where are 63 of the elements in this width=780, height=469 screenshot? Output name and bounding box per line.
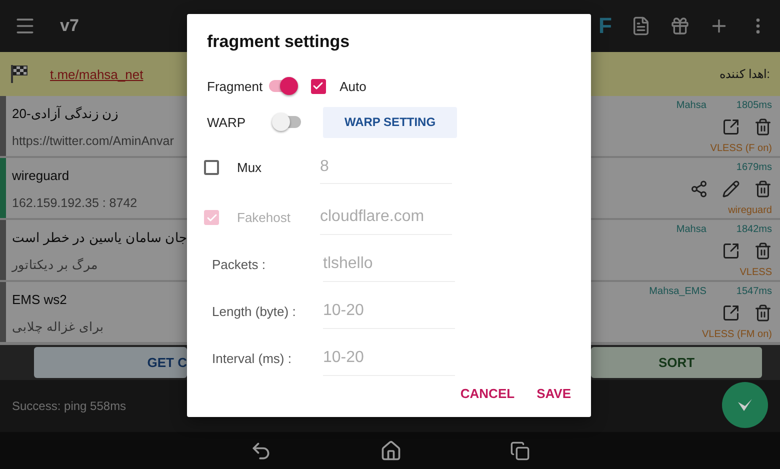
sort-button[interactable]: SORT: [591, 347, 762, 378]
checkmark-icon: [312, 80, 324, 92]
back-icon[interactable]: [250, 440, 272, 462]
option-label: Mux: [237, 160, 263, 174]
field-label: Packets :: [212, 257, 266, 272]
fragment-label: Fragment: [207, 78, 263, 94]
ping-time: 1805ms: [736, 100, 772, 111]
server-address: برای غزاله چلابی: [12, 319, 105, 334]
option-checkbox[interactable]: [204, 160, 219, 174]
cancel-button[interactable]: CANCEL: [460, 382, 515, 405]
protocol-label: VLESS (F on): [710, 143, 772, 154]
telegram-link[interactable]: t.me/mahsa_net: [50, 66, 144, 82]
recent-apps-icon[interactable]: [510, 440, 530, 460]
checkered-flag-icon: [10, 64, 28, 84]
ping-time: 1547ms: [736, 286, 772, 297]
app-title: v7: [60, 16, 79, 36]
fragment-switch[interactable]: [268, 80, 297, 92]
external-link-icon[interactable]: [722, 242, 740, 260]
dialog-title: fragment settings: [207, 32, 351, 52]
server-group: Mahsa_EMS: [649, 286, 706, 297]
server-name: EMS ws2: [12, 292, 68, 307]
warp-label: WARP: [207, 114, 247, 130]
server-address: https://twitter.com/AminAnvar: [12, 134, 175, 148]
protocol-label: VLESS (FM on): [702, 329, 772, 340]
delete-icon[interactable]: [754, 242, 772, 260]
warp-switch[interactable]: [273, 116, 301, 128]
auto-label: Auto: [340, 78, 366, 94]
mode-letter[interactable]: F: [598, 13, 612, 39]
ping-time: 1679ms: [736, 162, 772, 173]
ping-time: 1842ms: [736, 224, 772, 235]
status-message: Success: ping 558ms: [12, 399, 126, 413]
delete-icon[interactable]: [754, 180, 772, 198]
delete-icon[interactable]: [754, 118, 772, 136]
home-icon[interactable]: [380, 440, 402, 462]
server-address: 162.159.192.35 : 8742: [12, 196, 138, 210]
protocol-label: VLESS: [740, 267, 772, 278]
server-group: Mahsa: [676, 100, 706, 111]
auto-checkbox[interactable]: [310, 78, 326, 94]
field-label: Length (byte) :: [212, 304, 297, 319]
input-field[interactable]: tlshello: [323, 248, 455, 282]
donor-label: اهدا کننده:: [719, 67, 770, 81]
get-config-button[interactable]: GET C: [34, 347, 187, 378]
protocol-label: wireguard: [728, 205, 772, 216]
input-field[interactable]: 8: [320, 150, 452, 184]
checkmark-icon: [206, 212, 218, 224]
share-icon[interactable]: [690, 180, 708, 198]
edit-icon[interactable]: [722, 180, 740, 198]
server-address: مرگ بر دیکتاتور: [12, 257, 99, 272]
input-field[interactable]: 10-20: [323, 342, 455, 376]
warp-setting-button[interactable]: WARP SETTING: [323, 106, 457, 138]
external-link-icon[interactable]: [722, 118, 740, 136]
server-group: Mahsa: [676, 224, 706, 235]
field-label: Interval (ms) :: [212, 351, 292, 366]
server-name: wireguard: [12, 168, 70, 184]
delete-icon[interactable]: [754, 304, 772, 322]
server-name: جان سامان یاسین در خطر است: [12, 230, 187, 245]
option-label: Fakehost: [237, 210, 292, 225]
server-name: زن زندگی آزادی-20: [12, 106, 120, 122]
document-icon[interactable]: [631, 16, 651, 36]
save-button[interactable]: SAVE: [536, 382, 571, 405]
input-field[interactable]: 10-20: [323, 294, 455, 328]
gift-icon[interactable]: [670, 16, 690, 36]
external-link-icon[interactable]: [722, 304, 740, 322]
